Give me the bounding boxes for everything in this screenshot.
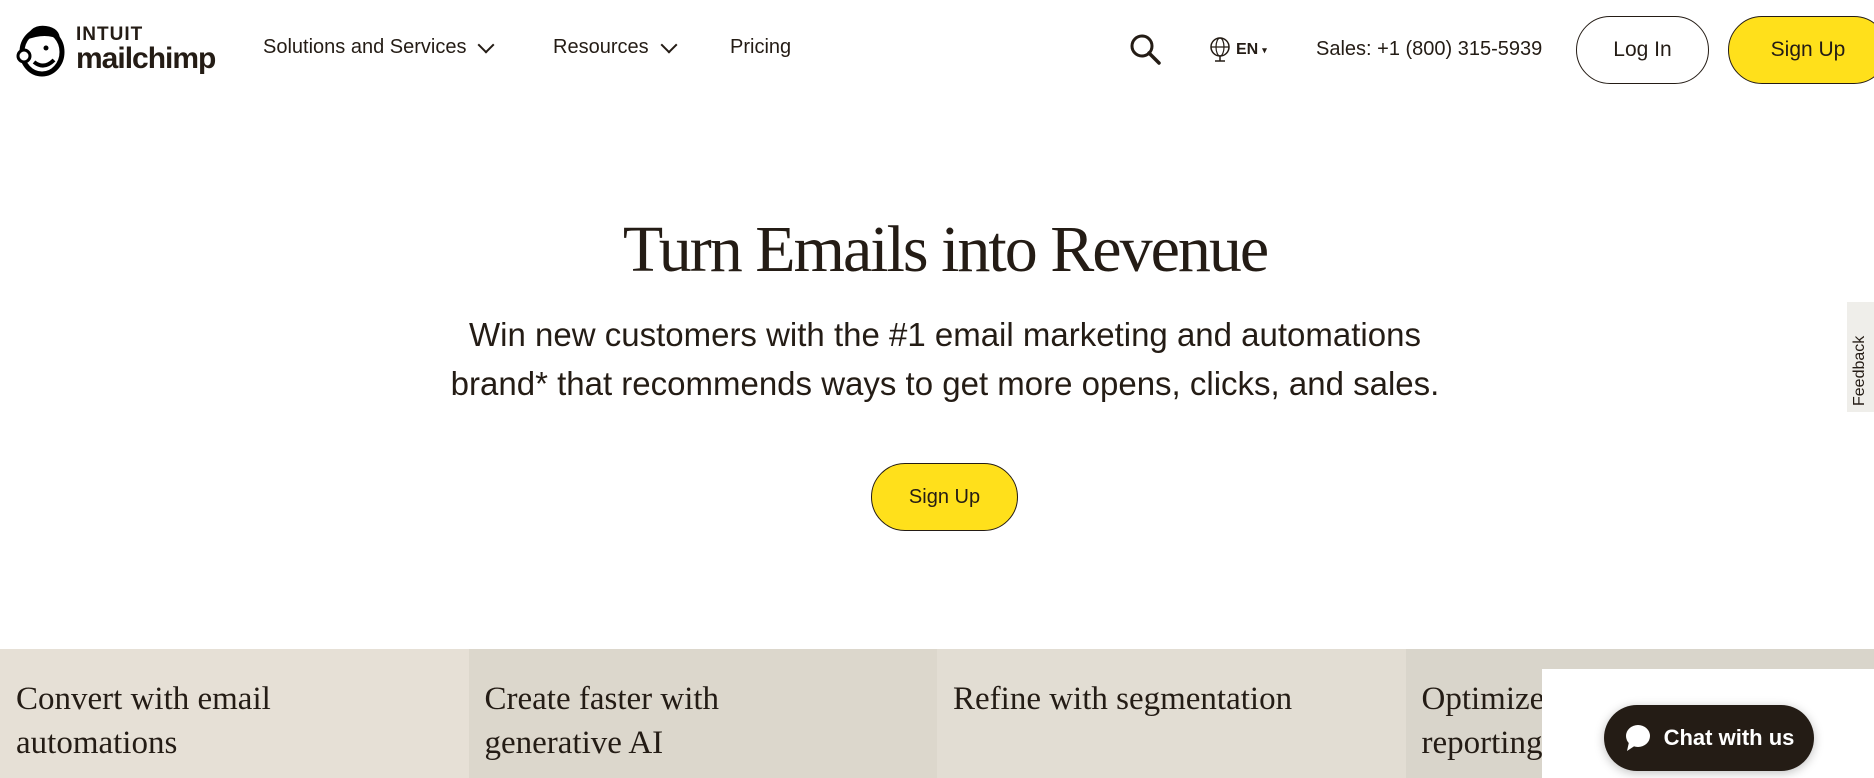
card-title: Create faster with <box>484 681 720 717</box>
card-title: generative AI <box>484 725 664 761</box>
feature-card[interactable]: Refine with segmentation <box>937 649 1406 778</box>
feature-card[interactable]: Convert with email automations <box>0 649 469 778</box>
feedback-label: Feedback <box>1851 335 1868 406</box>
top-nav: INTUIT mailchimp Solutions and Services … <box>0 0 1874 100</box>
nav-resources[interactable]: Resources <box>553 36 678 59</box>
chevron-down-icon <box>477 36 495 53</box>
globe-icon <box>1210 37 1230 62</box>
card-title: automations <box>16 725 178 761</box>
hero-subtitle: Win new customers with the #1 email mark… <box>0 310 1874 408</box>
subtitle-line: brand* that recommends ways to get more … <box>450 365 1440 402</box>
search-icon[interactable] <box>1128 32 1162 66</box>
mailchimp-logo[interactable]: INTUIT mailchimp <box>16 20 216 78</box>
feature-card[interactable]: Create faster with generative AI <box>468 649 937 778</box>
sales-phone[interactable]: Sales: +1 (800) 315-5939 <box>1316 38 1542 61</box>
feedback-tab[interactable]: Feedback <box>1847 302 1874 412</box>
login-button[interactable]: Log In <box>1576 16 1709 84</box>
chat-label: Chat with us <box>1663 725 1795 750</box>
card-title: Refine with segmentation <box>953 681 1293 717</box>
nav-label: Resources <box>553 36 649 58</box>
caret-down-icon: ▾ <box>1262 44 1267 55</box>
subtitle-line: Win new customers with the #1 email mark… <box>469 316 1421 353</box>
freddie-logo-icon <box>16 25 65 77</box>
logo-mailchimp: mailchimp <box>76 41 216 75</box>
signup-button-hero[interactable]: Sign Up <box>871 463 1018 531</box>
signup-button-header[interactable]: Sign Up <box>1728 16 1874 84</box>
chat-button[interactable]: Chat with us <box>1604 705 1814 771</box>
chevron-down-icon <box>660 36 678 53</box>
logo-intuit: INTUIT <box>76 23 144 45</box>
hero-title: Turn Emails into Revenue <box>622 213 1269 286</box>
nav-label: Pricing <box>730 36 792 58</box>
nav-pricing[interactable]: Pricing <box>730 36 791 59</box>
card-title: Convert with email <box>16 681 271 717</box>
language-selector[interactable]: EN ▾ <box>1208 36 1267 64</box>
language-label: EN <box>1236 41 1259 58</box>
chat-bubble-icon <box>1625 725 1650 751</box>
nav-solutions-and-services[interactable]: Solutions and Services <box>263 36 495 59</box>
nav-label: Solutions and Services <box>263 36 467 58</box>
